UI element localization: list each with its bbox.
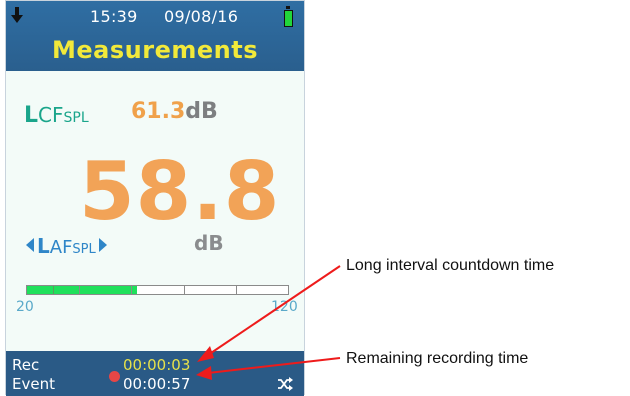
annotation-arrows (196, 265, 341, 380)
remaining-arrowhead (196, 366, 212, 380)
remaining-arrow (207, 357, 341, 374)
countdown-arrow (207, 265, 341, 356)
countdown-annotation: Long interval countdown time (346, 257, 555, 274)
countdown-arrowhead (197, 346, 214, 362)
remaining-annotation: Remaining recording time (346, 350, 529, 367)
